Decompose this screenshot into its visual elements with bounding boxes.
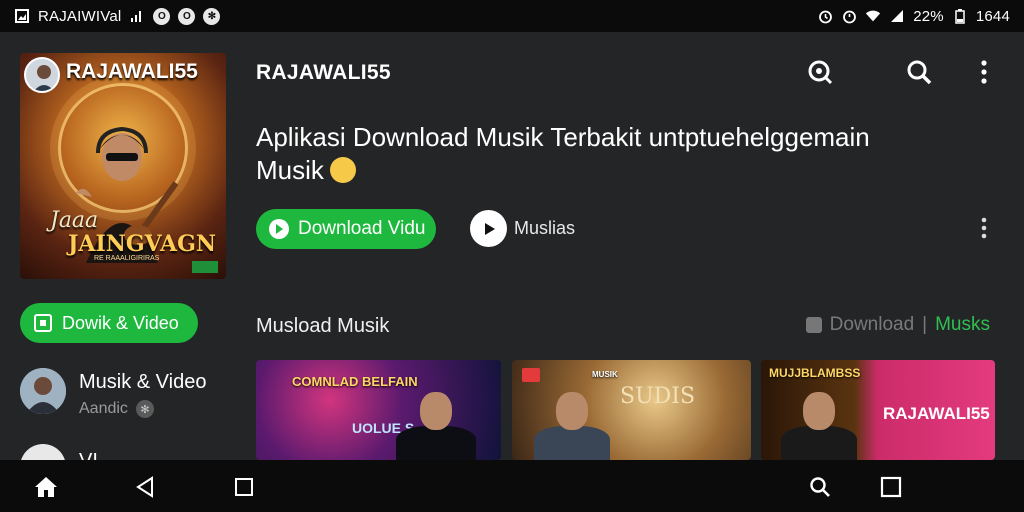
more-options-icon[interactable] <box>969 57 999 87</box>
music-card-2[interactable]: MUSIK SUDIS <box>512 360 751 460</box>
music-card-3[interactable]: MUJJBLAMBSS RAJAWALI55 <box>761 360 995 460</box>
card-1-title: COMNLAD BELFAIN <box>292 374 418 389</box>
card-3-title: MUJJBLAMBSS <box>769 366 861 380</box>
smile-emoji-icon <box>329 157 356 184</box>
home-icon[interactable] <box>33 474 59 500</box>
section-title: Musload Musik <box>256 315 390 337</box>
music-card-1[interactable]: COMNLAD BELFAIN UOLUE S <box>256 360 501 460</box>
card-3-subtitle: RAJAWALI55 <box>883 404 990 423</box>
nav-square-icon[interactable] <box>878 474 904 500</box>
play-label[interactable]: Muslias <box>514 218 575 239</box>
settings-icon[interactable]: ✻ <box>135 400 154 418</box>
nav-search-icon[interactable] <box>807 474 833 500</box>
app-screen: RAJAIWIVal O O ✻ 22% 1644 RAJAWALI55 Jaa… <box>0 0 1024 512</box>
lens-search-icon[interactable] <box>805 57 835 87</box>
section-filter[interactable]: Download | Musks <box>805 314 990 336</box>
list-item-avatar[interactable] <box>20 368 66 414</box>
navigation-bar <box>0 460 1024 512</box>
wifi-icon <box>865 8 881 24</box>
hero-more-options-icon[interactable] <box>976 214 992 242</box>
status-app-name: RAJAIWIVal <box>38 7 122 25</box>
hero-headline-line-1: Aplikasi Download Musik Terbakit untptue… <box>256 122 870 152</box>
hero-headline-line-2: Musik <box>256 155 324 185</box>
search-icon[interactable] <box>904 57 934 87</box>
back-icon[interactable] <box>132 474 158 500</box>
signal-icon <box>129 8 145 24</box>
artist-avatar <box>24 57 60 93</box>
download-button[interactable]: Download Vidu <box>256 209 436 249</box>
cover-line-1: Jaaa <box>50 208 99 233</box>
cover-tag <box>192 261 218 273</box>
gallery-icon <box>14 8 30 24</box>
cover-brand: RAJAWALI55 <box>66 60 198 83</box>
hero-headline: Aplikasi Download Musik Terbakit untptue… <box>256 121 956 187</box>
list-item-subtitle-row: Aandic ✻ <box>79 400 154 418</box>
alarm-icon-2 <box>841 8 857 24</box>
download-arrow-icon <box>269 219 289 239</box>
card-2-figure <box>534 392 610 460</box>
download-video-button[interactable]: Dowik & Video <box>20 303 198 343</box>
recents-icon[interactable] <box>231 474 257 500</box>
section-filter-musik[interactable]: Musks <box>935 314 990 336</box>
card-3-figure <box>781 392 857 460</box>
battery-icon <box>952 8 968 24</box>
card-1-figure <box>396 392 476 460</box>
card-2-badge <box>522 368 540 382</box>
status-time: 1644 <box>975 7 1010 25</box>
cell-signal-icon <box>889 8 905 24</box>
download-button-label: Download Vidu <box>298 218 426 239</box>
play-icon <box>484 222 495 235</box>
card-2-subtitle: SUDIS <box>620 384 696 409</box>
card-2-title: MUSIK <box>592 370 618 379</box>
play-button[interactable] <box>470 210 507 247</box>
download-box-icon <box>34 314 52 332</box>
alarm-icon <box>817 8 833 24</box>
cover-line-2: JAINGVAGN <box>68 231 216 257</box>
notification-icon: O <box>153 7 171 25</box>
list-item-title[interactable]: Musik & Video <box>79 371 206 394</box>
notification-icon-2: O <box>178 7 196 25</box>
download-icon <box>805 317 822 333</box>
album-cover[interactable]: RAJAWALI55 Jaaa JAINGVAGN RE RAAALIGIRIR… <box>20 53 226 279</box>
cover-line-3: RE RAAALIGIRIRAS <box>94 255 160 262</box>
section-filter-separator: | <box>922 314 928 335</box>
battery-percent: 22% <box>913 7 944 25</box>
list-item-subtitle: Aandic <box>79 400 128 417</box>
page-title: RAJAWALI55 <box>256 61 391 84</box>
settings-notification-icon: ✻ <box>203 7 221 25</box>
status-bar: RAJAIWIVal O O ✻ 22% 1644 <box>0 0 1024 32</box>
download-video-label: Dowik & Video <box>62 312 179 333</box>
section-filter-download[interactable]: Download <box>830 314 915 336</box>
